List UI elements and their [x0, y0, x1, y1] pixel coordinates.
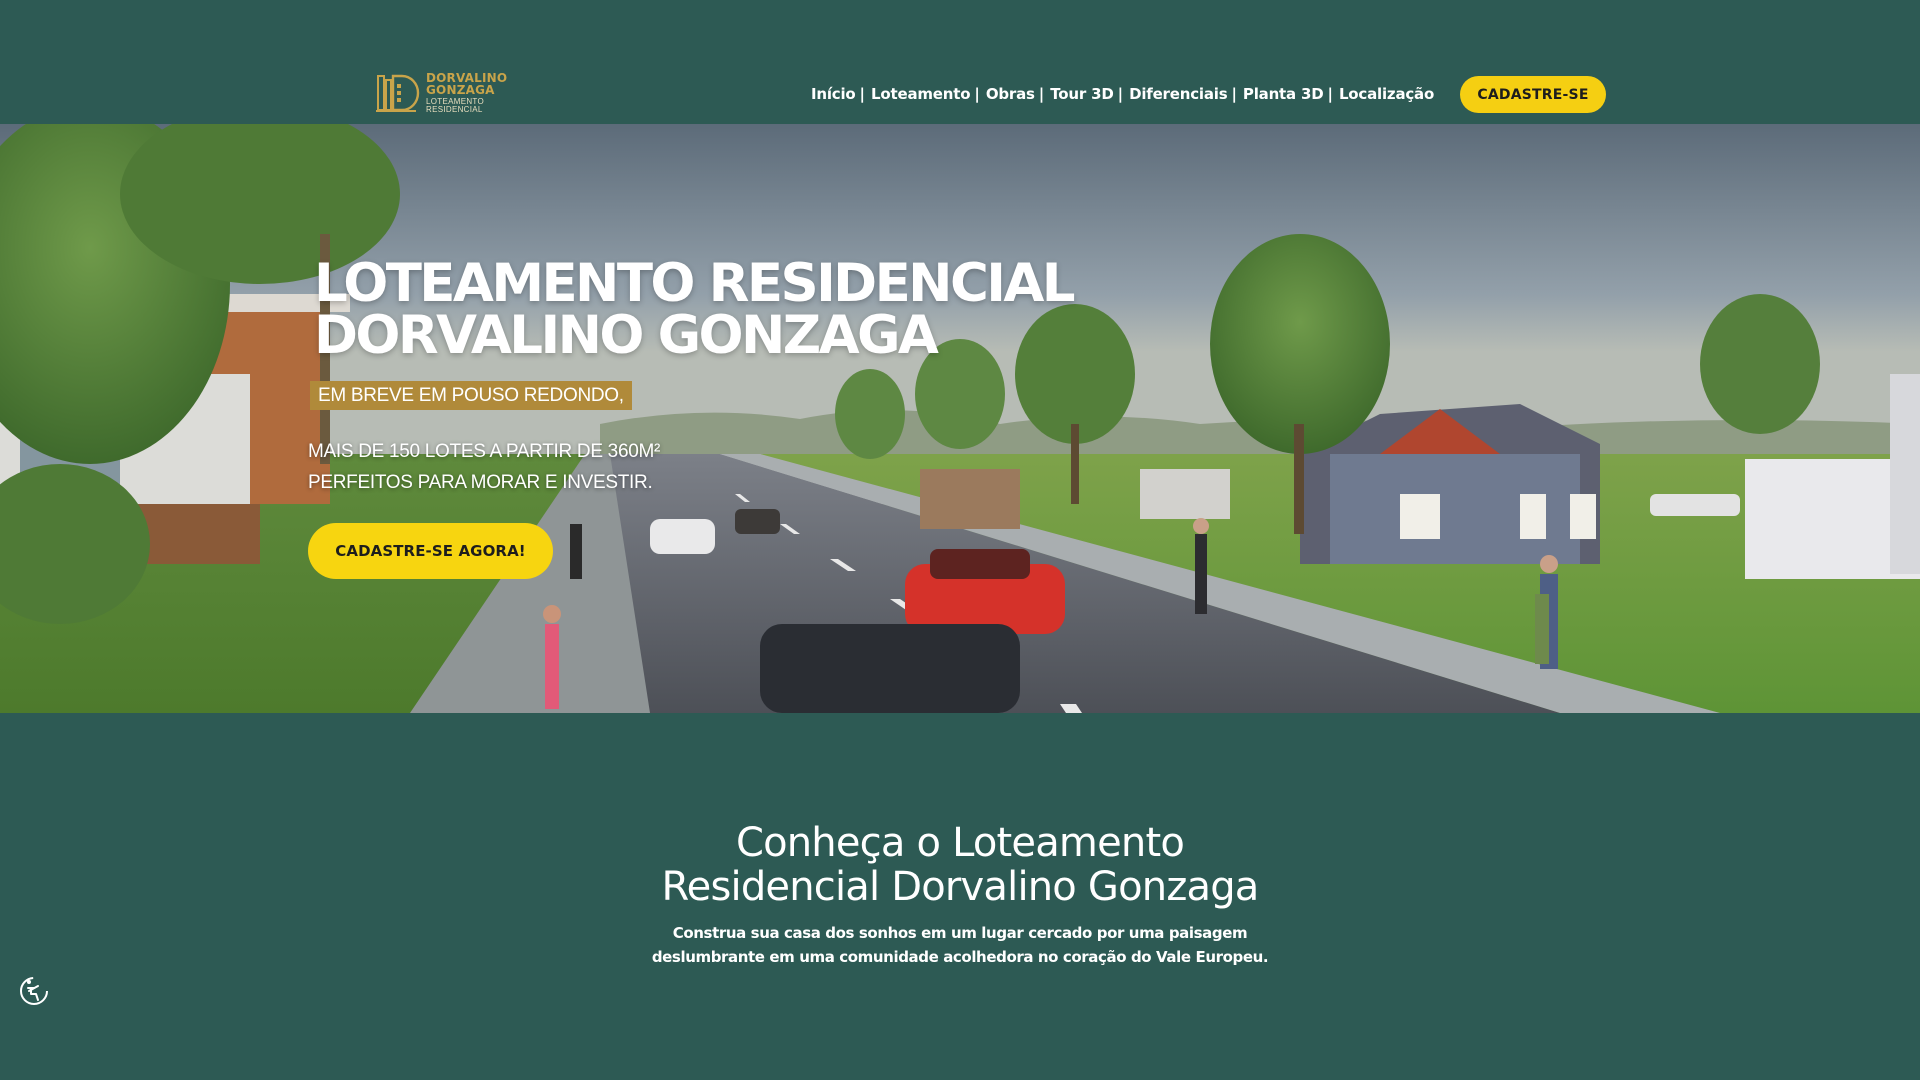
- about-description-line1: Construa sua casa dos sonhos em um lugar…: [672, 924, 1248, 942]
- nav-separator: |: [1327, 85, 1333, 103]
- site-header: DORVALINO GONZAGA LOTEAMENTO RESIDENCIAL…: [0, 0, 1920, 124]
- accessibility-icon: [18, 975, 50, 1011]
- accessibility-button[interactable]: [16, 975, 52, 1011]
- hero-title: LOTEAMENTO RESIDENCIAL DORVALINO GONZAGA: [314, 253, 1214, 366]
- about-title-line1: Conheça o Loteamento: [735, 820, 1185, 866]
- about-title-line2: Residencial Dorvalino Gonzaga: [661, 864, 1259, 910]
- nav-link-tour-3d[interactable]: Tour 3D: [1050, 85, 1114, 103]
- hero-title-line1: LOTEAMENTO RESIDENCIAL: [314, 253, 1076, 314]
- nav-separator: |: [974, 85, 980, 103]
- about-description: Construa sua casa dos sonhos em um lugar…: [0, 921, 1920, 969]
- building-logo-icon: [376, 72, 420, 114]
- nav-link-localizacao[interactable]: Localização: [1339, 85, 1434, 103]
- logo-text: DORVALINO GONZAGA LOTEAMENTO RESIDENCIAL: [426, 72, 507, 114]
- about-title: Conheça o Loteamento Residencial Dorvali…: [0, 821, 1920, 909]
- nav-link-loteamento[interactable]: Loteamento: [871, 85, 970, 103]
- site-logo[interactable]: DORVALINO GONZAGA LOTEAMENTO RESIDENCIAL: [376, 70, 507, 116]
- hero-description-line1: MAIS DE 150 LOTES A PARTIR DE 360M²: [308, 441, 661, 462]
- hero-background-image: [0, 124, 1920, 713]
- about-description-line2: deslumbrante em uma comunidade acolhedor…: [651, 948, 1269, 966]
- hero-signup-button[interactable]: CADASTRE-SE AGORA!: [308, 523, 553, 579]
- nav-separator: |: [1231, 85, 1237, 103]
- nav-link-planta-3d[interactable]: Planta 3D: [1243, 85, 1324, 103]
- logo-sub-line2: RESIDENCIAL: [426, 105, 483, 114]
- header-signup-button[interactable]: CADASTRE-SE: [1460, 76, 1606, 113]
- hero-description: MAIS DE 150 LOTES A PARTIR DE 360M² PERF…: [308, 436, 660, 498]
- hero-title-line2: DORVALINO GONZAGA: [314, 305, 939, 366]
- main-nav: Início | Loteamento | Obras | Tour 3D | …: [811, 80, 1434, 108]
- hero-banner: LOTEAMENTO RESIDENCIAL DORVALINO GONZAGA…: [0, 124, 1920, 713]
- about-section: Conheça o Loteamento Residencial Dorvali…: [0, 713, 1920, 1080]
- nav-link-inicio[interactable]: Início: [811, 85, 856, 103]
- nav-separator: |: [1038, 85, 1045, 103]
- nav-separator: |: [1117, 85, 1124, 103]
- nav-separator: |: [859, 85, 866, 103]
- logo-name-line2: GONZAGA: [426, 83, 495, 97]
- hero-location-badge: EM BREVE EM POUSO REDONDO,: [310, 381, 632, 410]
- hero-description-line2: PERFEITOS PARA MORAR E INVESTIR.: [308, 472, 653, 493]
- nav-link-diferenciais[interactable]: Diferenciais: [1129, 85, 1228, 103]
- nav-link-obras[interactable]: Obras: [986, 85, 1035, 103]
